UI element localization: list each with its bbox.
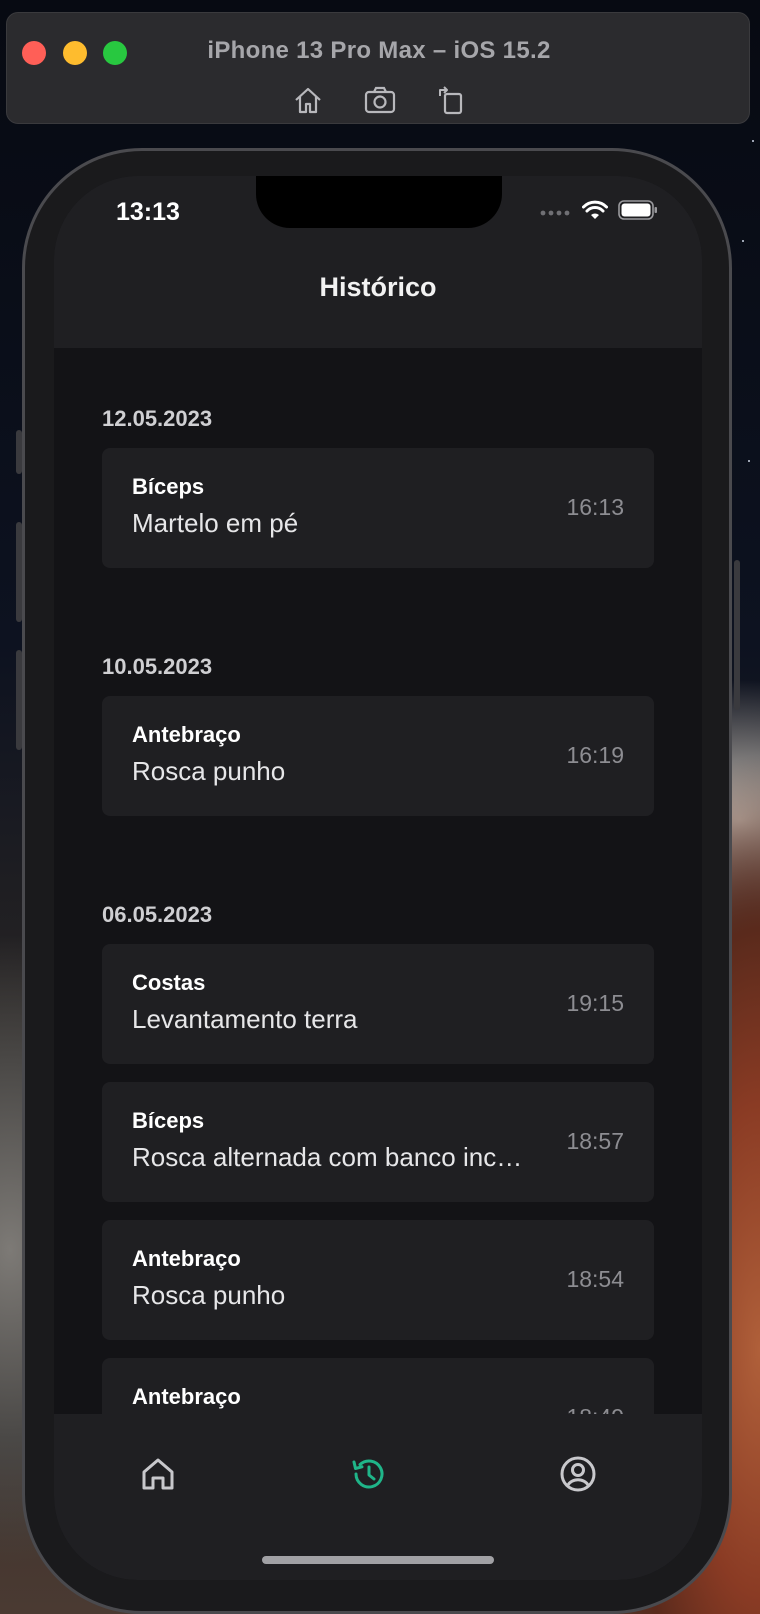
volume-down-button <box>16 650 22 750</box>
power-button <box>734 560 740 710</box>
entry-time: 16:13 <box>566 494 624 520</box>
home-icon <box>142 1458 174 1490</box>
history-entry-card[interactable]: Costas Levantamento terra 19:15 <box>102 944 654 1064</box>
entry-exercise: Rosca alternada com banco inc… <box>132 1142 523 1172</box>
battery-icon <box>618 199 658 225</box>
date-header: 10.05.2023 <box>102 654 213 679</box>
entry-time: 18:49 <box>566 1404 624 1414</box>
entry-exercise: Martelo em pé <box>132 508 299 538</box>
entry-category: Antebraço <box>132 1246 241 1271</box>
entry-time: 19:15 <box>566 990 624 1016</box>
page-title: Histórico <box>319 272 437 302</box>
volume-up-button <box>16 522 22 622</box>
status-time: 13:13 <box>116 198 180 226</box>
home-icon[interactable] <box>291 83 325 117</box>
entry-category: Bíceps <box>132 1108 205 1133</box>
wifi-icon <box>582 200 608 225</box>
entry-exercise: Rosca punho <box>132 756 286 786</box>
entry-time: 18:57 <box>566 1128 624 1154</box>
notch <box>256 176 502 228</box>
entry-exercise: Levantamento terra <box>132 1004 358 1034</box>
history-entry-card[interactable]: Bíceps Martelo em pé 16:13 <box>102 448 654 568</box>
app-screen: 13:13 Histórico 12.05.2023 Bíceps Martel… <box>54 176 702 1580</box>
profile-icon <box>560 1456 596 1492</box>
star <box>748 460 750 462</box>
history-entry-card[interactable]: Antebraço Rosca punho 16:19 <box>102 696 654 816</box>
tab-profile[interactable] <box>558 1454 598 1494</box>
history-list[interactable]: 12.05.2023 Bíceps Martelo em pé 16:13 10… <box>54 348 702 1414</box>
screenshot-icon[interactable] <box>363 83 397 117</box>
date-header: 06.05.2023 <box>102 902 213 927</box>
signal-icon <box>540 203 572 221</box>
date-header: 12.05.2023 <box>102 406 213 431</box>
entry-category: Bíceps <box>132 474 205 499</box>
simulator-title-bar: iPhone 13 Pro Max – iOS 15.2 <box>6 12 750 124</box>
star <box>742 240 744 242</box>
entry-category: Costas <box>132 970 206 995</box>
history-entry-card[interactable]: Antebraço Rosca punho 18:54 <box>102 1220 654 1340</box>
history-icon <box>352 1459 384 1489</box>
entry-exercise: Rosca punho <box>132 1280 286 1310</box>
silent-switch <box>16 430 22 474</box>
history-entry-card[interactable]: Antebraço 18:49 <box>102 1358 654 1414</box>
entry-time: 16:19 <box>566 742 624 768</box>
star <box>752 140 754 142</box>
entry-category: Antebraço <box>132 1384 241 1409</box>
simulator-title: iPhone 13 Pro Max – iOS 15.2 <box>207 37 551 64</box>
status-icons <box>540 199 658 225</box>
history-entry-card[interactable]: Bíceps Rosca alternada com banco inc… 18… <box>102 1082 654 1202</box>
tab-history[interactable] <box>348 1454 388 1494</box>
rotate-icon[interactable] <box>435 83 469 117</box>
home-indicator <box>262 1556 494 1564</box>
tab-home[interactable] <box>138 1454 178 1494</box>
entry-category: Antebraço <box>132 722 241 747</box>
entry-time: 18:54 <box>566 1266 624 1292</box>
